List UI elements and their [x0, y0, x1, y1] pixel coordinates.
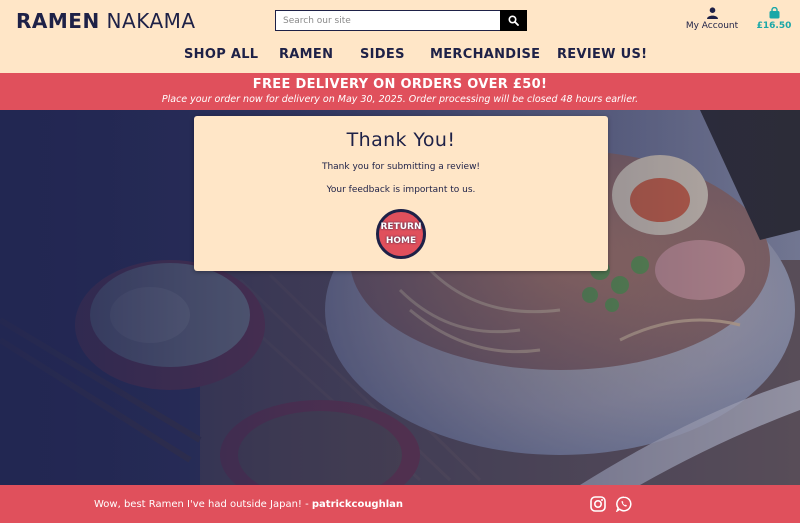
testimonial-author: patrickcoughlan — [311, 499, 404, 510]
return-home-line2: HOME — [385, 236, 417, 246]
cart-total: £16.50 — [756, 21, 792, 31]
site-header: RAMEN NAKAMA My Account £16.50 SHOP ALL … — [0, 0, 800, 73]
nav-ramen[interactable]: RAMEN — [279, 47, 333, 62]
site-logo[interactable]: RAMEN NAKAMA — [16, 9, 196, 33]
site-footer: Wow, best Ramen I've had outside Japan! … — [0, 485, 800, 523]
delivery-banner: FREE DELIVERY ON ORDERS OVER £50! Place … — [0, 73, 800, 110]
search-button[interactable] — [500, 10, 527, 31]
main-nav: SHOP ALL RAMEN SIDES MERCHANDISE REVIEW … — [0, 47, 800, 65]
testimonial-text: Wow, best Ramen I've had outside Japan! … — [94, 499, 312, 510]
thank-you-card: Thank You! Thank you for submitting a re… — [194, 116, 608, 271]
return-home-button[interactable]: RETURN HOME — [376, 209, 426, 259]
shopping-bag-icon — [769, 7, 779, 19]
cart-link[interactable]: £16.50 — [756, 7, 792, 31]
whatsapp-icon — [615, 496, 632, 513]
testimonial: Wow, best Ramen I've had outside Japan! … — [94, 499, 403, 510]
feedback-message: Your feedback is important to us. — [326, 185, 476, 195]
logo-light-text: NAKAMA — [106, 9, 196, 33]
thank-you-title: Thank You! — [346, 129, 456, 151]
delivery-headline: FREE DELIVERY ON ORDERS OVER £50! — [252, 77, 548, 92]
user-icon — [706, 7, 718, 19]
my-account-label: My Account — [685, 21, 739, 31]
my-account-link[interactable]: My Account — [684, 7, 740, 31]
whatsapp-link[interactable] — [615, 496, 632, 516]
logo-bold-text: RAMEN — [16, 9, 100, 33]
thank-you-message: Thank you for submitting a review! — [321, 162, 481, 172]
nav-merchandise[interactable]: MERCHANDISE — [430, 47, 540, 62]
instagram-icon — [590, 496, 606, 512]
instagram-link[interactable] — [590, 496, 606, 516]
search-input[interactable] — [275, 10, 500, 31]
search-form — [275, 10, 527, 31]
search-icon — [508, 15, 519, 26]
nav-shop-all[interactable]: SHOP ALL — [184, 47, 258, 62]
nav-review-us[interactable]: REVIEW US! — [557, 47, 647, 62]
delivery-subline: Place your order now for delivery on May… — [161, 94, 639, 105]
nav-sides[interactable]: SIDES — [360, 47, 405, 62]
return-home-label: RETURN HOME — [381, 220, 422, 248]
return-home-line1: RETURN — [380, 222, 422, 232]
